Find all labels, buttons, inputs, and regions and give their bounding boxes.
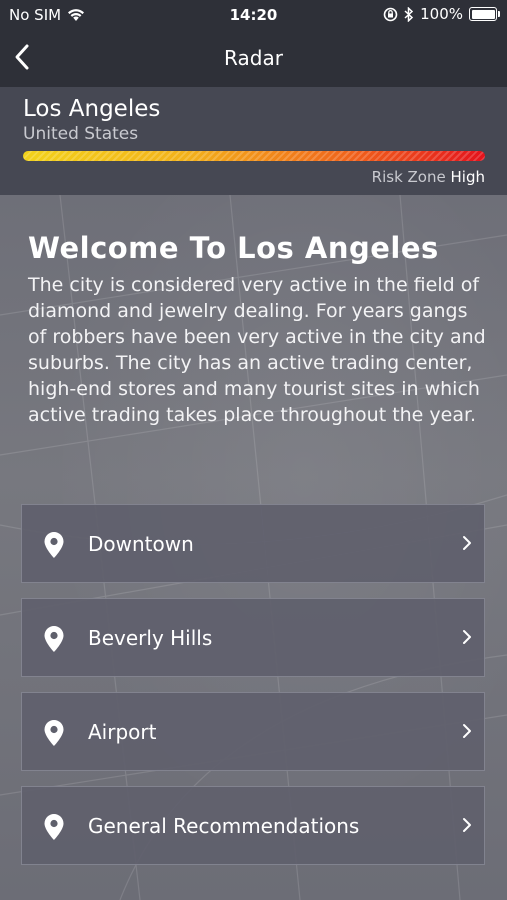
battery-percent: 100% bbox=[420, 5, 463, 23]
navigation-bar: Radar bbox=[0, 30, 507, 87]
risk-meter bbox=[23, 151, 485, 161]
location-pin-icon bbox=[44, 814, 64, 840]
chevron-right-icon bbox=[463, 536, 471, 550]
battery-icon bbox=[469, 7, 500, 21]
location-label: Downtown bbox=[88, 532, 194, 556]
welcome-title: Welcome To Los Angeles bbox=[28, 231, 439, 265]
bluetooth-icon bbox=[404, 6, 414, 22]
location-pin-icon bbox=[44, 532, 64, 558]
risk-zone-label: Risk Zone High bbox=[372, 168, 485, 186]
location-label: General Recommendations bbox=[88, 814, 360, 838]
city-country: United States bbox=[23, 124, 139, 144]
orientation-lock-icon bbox=[383, 7, 398, 21]
location-label: Airport bbox=[88, 720, 157, 744]
city-description: The city is considered very active in th… bbox=[28, 274, 486, 426]
chevron-right-icon bbox=[463, 630, 471, 644]
location-item-airport[interactable]: Airport bbox=[21, 692, 485, 771]
location-item-beverly-hills[interactable]: Beverly Hills bbox=[21, 598, 485, 677]
status-bar: No SIM 14:20 100% bbox=[0, 0, 507, 30]
risk-zone-text: Risk Zone bbox=[371, 168, 446, 186]
chevron-right-icon bbox=[463, 724, 471, 738]
page-title: Radar bbox=[224, 46, 283, 70]
location-pin-icon bbox=[44, 626, 64, 652]
location-label: Beverly Hills bbox=[88, 626, 213, 650]
location-pin-icon bbox=[44, 720, 64, 746]
status-right: 100% bbox=[383, 5, 500, 23]
city-name: Los Angeles bbox=[23, 96, 161, 122]
location-item-general-recommendations[interactable]: General Recommendations bbox=[21, 786, 485, 865]
chevron-right-icon bbox=[463, 818, 471, 832]
content-area: Welcome To Los Angeles The city is consi… bbox=[0, 195, 507, 900]
city-header: Los Angeles United States Risk Zone High bbox=[0, 87, 507, 195]
risk-level: High bbox=[450, 168, 485, 186]
location-item-downtown[interactable]: Downtown bbox=[21, 504, 485, 583]
